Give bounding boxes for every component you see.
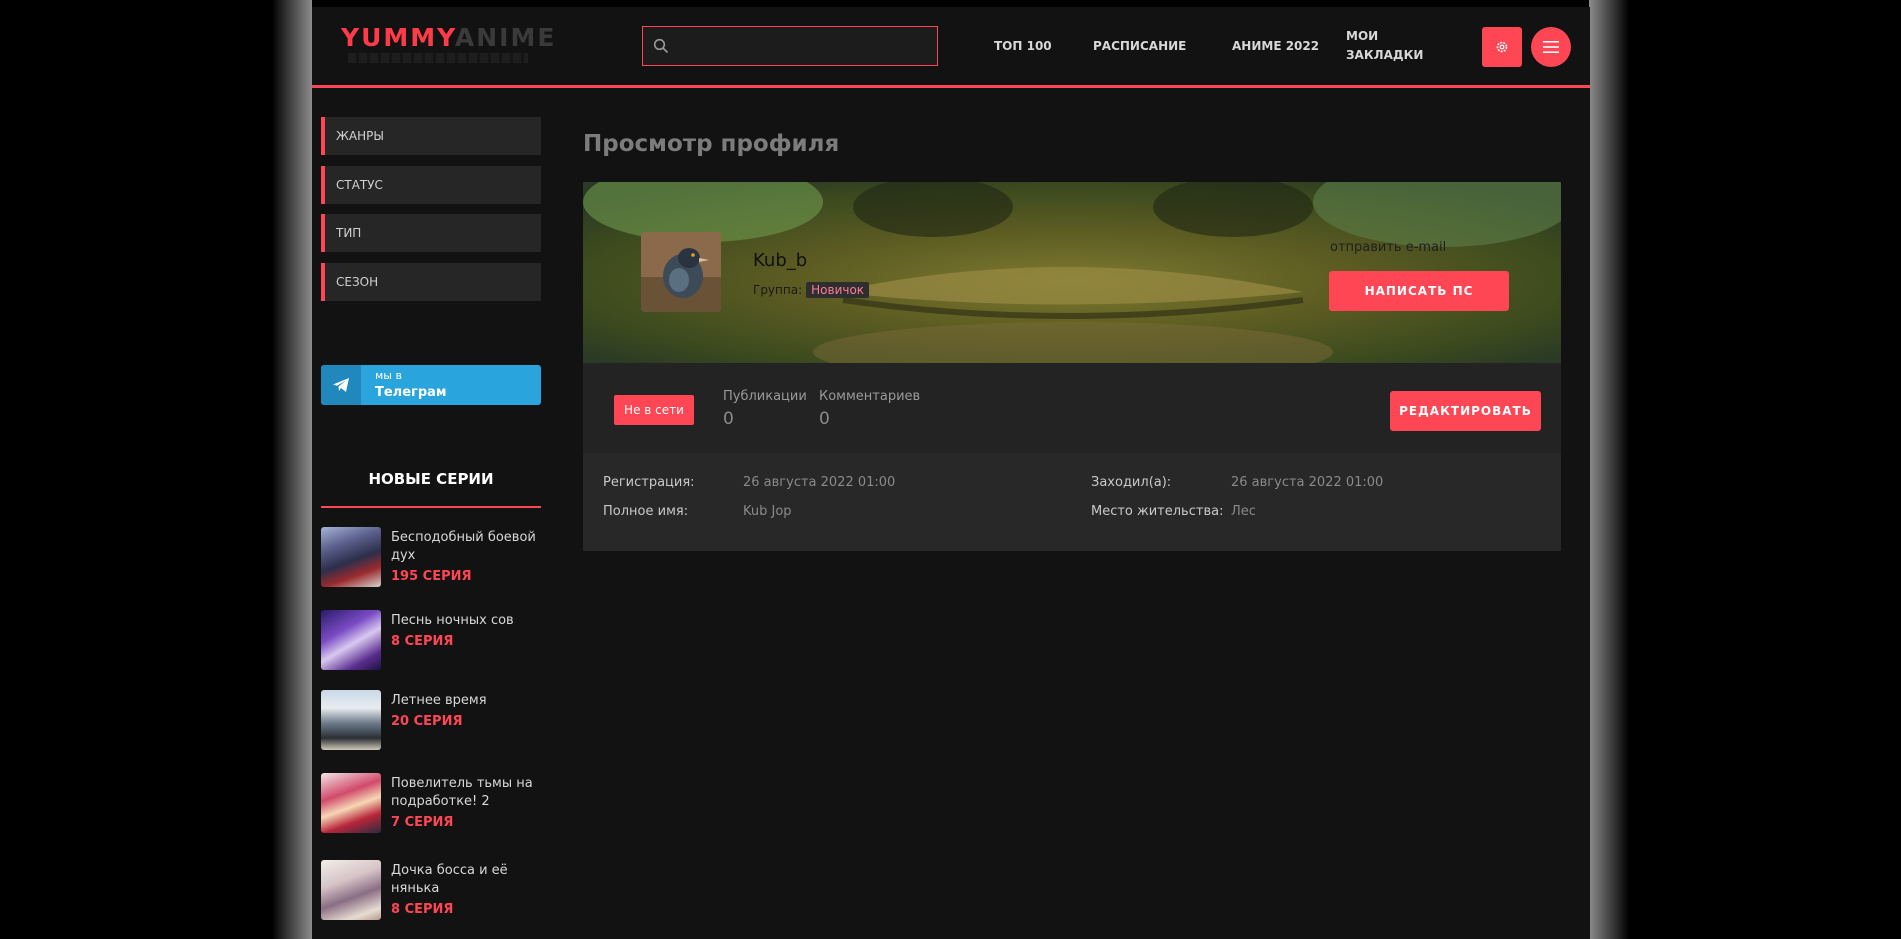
comments-label: Комментариев [819,389,921,404]
sidebar-item-season[interactable]: СЕЗОН [321,263,541,301]
user-group: Группа: Новичок [753,282,870,298]
page-title: Просмотр профиля [583,131,840,157]
site-logo[interactable]: YUMMYANIME [341,23,556,52]
menu-button[interactable] [1531,27,1571,67]
write-pm-button[interactable]: НАПИСАТЬ ПС [1329,271,1509,311]
telegram-banner[interactable]: мы в Телеграм [321,365,541,405]
episode-thumbnail [321,610,381,670]
new-series-divider [321,506,541,508]
sidebar-item-genres[interactable]: ЖАНРЫ [321,117,541,155]
fullname-label: Полное имя: [603,504,689,519]
page-shadow-right [1589,0,1629,939]
episode-title: Бесподобный боевой дух [391,530,536,563]
comments-stat[interactable]: Комментариев 0 [819,389,920,429]
episode-item[interactable]: Песнь ночных сов 8 СЕРИЯ [321,610,546,672]
gear-icon [1496,41,1508,53]
pigeon-avatar-image [641,232,721,312]
episode-thumbnail [321,690,381,750]
episode-item[interactable]: Повелитель тьмы на подработке! 2 7 СЕРИЯ [321,773,546,835]
search-input[interactable] [677,33,931,61]
location-value: Лес [1231,504,1256,519]
send-email-link[interactable]: отправить e-mail [1330,240,1446,255]
episode-item[interactable]: Бесподобный боевой дух 195 СЕРИЯ [321,527,546,589]
episode-number: 195 СЕРИЯ [391,569,472,584]
episode-item[interactable]: Дочка босса и её нянька 8 СЕРИЯ [321,860,546,922]
episode-title: Летнее время [391,693,487,708]
episode-thumbnail [321,773,381,833]
new-series-title: НОВЫЕ СЕРИИ [368,470,494,488]
settings-button[interactable] [1482,27,1522,67]
episode-number: 20 СЕРИЯ [391,714,463,729]
episode-title: Песнь ночных сов [391,613,514,628]
publications-label: Публикации [723,389,807,404]
visited-value: 26 августа 2022 01:00 [1231,475,1384,490]
nav-anime-2022[interactable]: АНИМЕ 2022 [1232,37,1319,56]
logo-text-part2: ANIME [454,23,557,52]
registration-value: 26 августа 2022 01:00 [743,475,896,490]
telegram-label-small: мы в [375,369,402,382]
profile-banner: Kub_b Группа: Новичок отправить e-mail НА… [583,182,1561,363]
episode-title: Дочка босса и её нянька [391,863,508,896]
profile-stats: Не в сети Публикации 0 Комментариев 0 РЕ… [583,363,1561,453]
sidebar-item-label: СЕЗОН [336,275,379,289]
user-group-label: Группа: [753,283,803,297]
fullname-value: Kub Jop [743,504,792,519]
site-header: YUMMYANIME ТОП 100 РАСПИСАНИЕ АНИМЕ 2022… [312,7,1590,88]
telegram-icon-box [321,365,361,405]
nav-top100[interactable]: ТОП 100 [994,37,1052,56]
username: Kub_b [753,250,808,271]
hamburger-icon [1543,41,1559,53]
episode-item[interactable]: Летнее время 20 СЕРИЯ [321,690,546,752]
comments-value: 0 [819,409,830,429]
sidebar-item-status[interactable]: СТАТУС [321,166,541,204]
episode-number: 8 СЕРИЯ [391,634,454,649]
nav-bookmarks-line1: МОИ [1346,29,1379,43]
telegram-icon [333,378,349,392]
avatar[interactable] [641,232,721,312]
episode-title: Повелитель тьмы на подработке! 2 [391,776,533,809]
episode-thumbnail [321,860,381,920]
user-group-badge: Новичок [806,282,870,298]
sidebar-item-label: ТИП [336,226,362,240]
sidebar-item-type[interactable]: ТИП [321,214,541,252]
logo-text-part1: YUMMY [341,23,455,52]
nav-bookmarks[interactable]: МОИ ЗАКЛАДКИ [1346,27,1423,65]
page-shadow-left [272,0,312,939]
nav-schedule[interactable]: РАСПИСАНИЕ [1093,37,1186,56]
edit-profile-button[interactable]: РЕДАКТИРОВАТЬ [1390,391,1541,431]
search-box[interactable] [642,26,938,66]
search-icon [653,38,669,54]
publications-value: 0 [723,409,734,429]
logo-tagline [348,53,528,63]
telegram-label: Телеграм [375,385,447,400]
registration-label: Регистрация: [603,475,695,490]
sidebar-item-label: СТАТУС [336,178,383,192]
sidebar-item-label: ЖАНРЫ [336,129,384,143]
status-badge: Не в сети [614,395,694,425]
nav-bookmarks-line2: ЗАКЛАДКИ [1346,48,1424,62]
page-container: YUMMYANIME ТОП 100 РАСПИСАНИЕ АНИМЕ 2022… [312,7,1590,939]
episode-number: 8 СЕРИЯ [391,902,454,917]
visited-label: Заходил(а): [1091,475,1172,490]
episode-number: 7 СЕРИЯ [391,815,454,830]
episode-thumbnail [321,527,381,587]
publications-stat[interactable]: Публикации 0 [723,389,807,429]
profile-info-table: Регистрация: 26 августа 2022 01:00 Заход… [583,453,1561,551]
location-label: Место жительства: [1091,504,1224,519]
